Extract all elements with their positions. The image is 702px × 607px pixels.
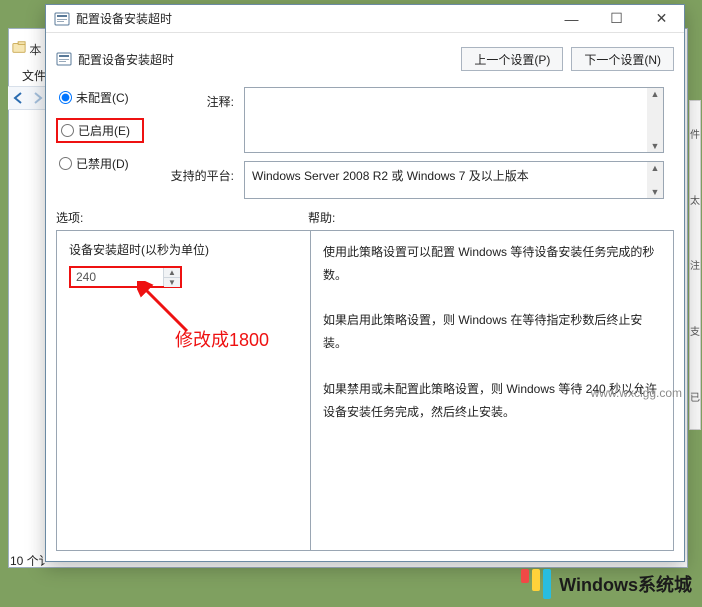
radio-enabled-label: 已启用(E) [78, 122, 130, 139]
radio-disabled-label: 已禁用(D) [76, 155, 129, 172]
annotation-arrow-icon [137, 281, 197, 341]
back-icon[interactable] [11, 90, 27, 106]
maximize-button[interactable]: ☐ [594, 5, 639, 33]
watermark-logo: Windows系统城 [521, 569, 692, 599]
help-heading: 帮助: [308, 209, 335, 226]
radio-not-configured-label: 未配置(C) [76, 89, 129, 106]
spin-down-icon[interactable]: ▼ [164, 278, 180, 287]
parent-tab: 本 [12, 40, 41, 58]
comment-label: 注释: [168, 87, 234, 110]
help-p2: 如果启用此策略设置，则 Windows 在等待指定秒数后终止安装。 [323, 309, 661, 355]
parent-tab-label: 本 [29, 43, 41, 57]
gp-dialog: 配置设备安装超时 — ☐ ✕ 配置设备安装超时 上一个设置(P) 下一个设置(N… [45, 4, 685, 562]
radio-not-configured-input[interactable] [59, 91, 72, 104]
help-p1: 使用此策略设置可以配置 Windows 等待设备安装任务完成的秒数。 [323, 241, 661, 287]
radio-enabled[interactable]: 已启用(E) [56, 118, 144, 143]
radio-enabled-input[interactable] [61, 124, 74, 137]
timeout-input[interactable] [71, 268, 163, 286]
titlebar[interactable]: 配置设备安装超时 — ☐ ✕ [46, 5, 684, 33]
side-strip: 件 太 注 支 已 [689, 100, 701, 430]
timeout-spinner[interactable]: ▲ ▼ [69, 266, 182, 288]
scroll-down-icon[interactable]: ▼ [651, 186, 660, 198]
spin-up-icon[interactable]: ▲ [164, 268, 180, 278]
scroll-up-icon[interactable]: ▲ [651, 162, 660, 174]
parent-toolbar [8, 86, 48, 110]
comment-box[interactable]: ▲▼ [244, 87, 664, 153]
policy-icon [54, 11, 70, 27]
minimize-button[interactable]: — [549, 5, 594, 33]
scroll-down-icon[interactable]: ▼ [651, 140, 660, 152]
prev-setting-button[interactable]: 上一个设置(P) [461, 47, 563, 71]
comment-scrollbar[interactable]: ▲▼ [647, 88, 663, 152]
tab-icon [12, 40, 26, 54]
platform-label: 支持的平台: [168, 161, 234, 184]
forward-icon[interactable] [29, 90, 45, 106]
menu-file[interactable]: 文件 [22, 67, 46, 84]
watermark-brand: Windows系统城 [559, 571, 692, 597]
scroll-up-icon[interactable]: ▲ [651, 88, 660, 100]
radio-disabled[interactable]: 已禁用(D) [56, 153, 144, 174]
subheader: 配置设备安装超时 上一个设置(P) 下一个设置(N) [46, 33, 684, 85]
help-panel: 使用此策略设置可以配置 Windows 等待设备安装任务完成的秒数。 如果启用此… [311, 230, 674, 551]
window-title: 配置设备安装超时 [76, 10, 549, 27]
state-radios: 未配置(C) 已启用(E) 已禁用(D) [56, 87, 144, 199]
annotation-text: 修改成1800 [175, 326, 269, 352]
platform-scrollbar[interactable]: ▲▼ [647, 162, 663, 198]
platform-text: Windows Server 2008 R2 或 Windows 7 及以上版本 [245, 162, 663, 189]
close-button[interactable]: ✕ [639, 5, 684, 33]
help-p3: 如果禁用或未配置此策略设置，则 Windows 等待 240 秒以允许设备安装任… [323, 378, 661, 424]
radio-disabled-input[interactable] [59, 157, 72, 170]
platform-box: Windows Server 2008 R2 或 Windows 7 及以上版本… [244, 161, 664, 199]
radio-not-configured[interactable]: 未配置(C) [56, 87, 144, 108]
policy-icon [56, 51, 72, 67]
next-setting-button[interactable]: 下一个设置(N) [571, 47, 674, 71]
options-panel: 设备安装超时(以秒为单位) ▲ ▼ 修改成1800 [56, 230, 311, 551]
subheader-title: 配置设备安装超时 [78, 51, 461, 68]
timeout-label: 设备安装超时(以秒为单位) [69, 241, 298, 258]
options-heading: 选项: [56, 209, 308, 226]
